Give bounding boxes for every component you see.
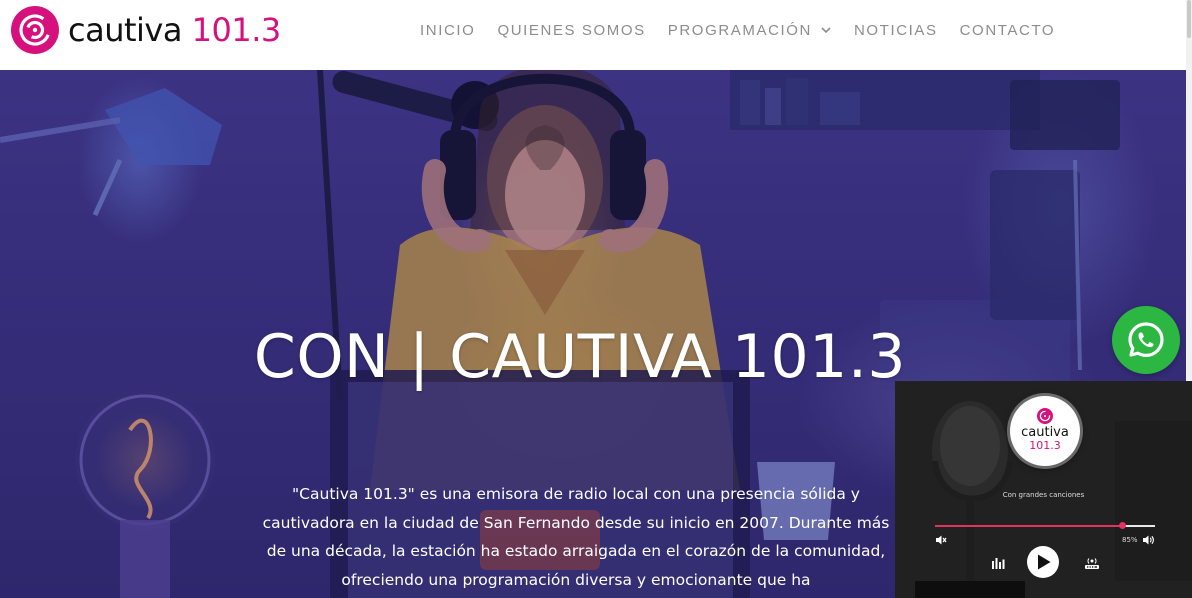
hero-description: "Cautiva 101.3" es una emisora de radio … [262,485,890,589]
nav-item-label: QUIENES SOMOS [497,21,646,39]
cautiva-logo-icon [1037,408,1053,424]
nav-item-label: PROGRAMACIÓN [667,21,812,39]
main-nav: INICIO QUIENES SOMOS PROGRAMACIÓN NOTICI… [420,18,1077,42]
volume-slider-fill [935,525,1122,527]
volume-percent: 85% [1122,536,1138,544]
player-logo-frequency: 101.3 [1029,439,1061,452]
cautiva-logo-icon [11,6,59,54]
player-station-logo: cautiva 101.3 [1010,396,1080,466]
volume-icon[interactable] [1142,534,1155,546]
volume-slider[interactable] [935,522,1155,529]
play-button[interactable] [1027,546,1059,578]
site-logo[interactable]: cautiva 101.3 [10,5,282,55]
player-song-title: Con grandes canciones [1002,491,1085,499]
player-logo-name: cautiva [1021,425,1069,440]
nav-item-noticias[interactable]: NOTICIAS [854,22,938,39]
logo-name: cautiva [68,11,182,49]
radio-player: cautiva 101.3 Con grandes canciones 85% [895,381,1192,598]
live-radio-icon[interactable] [1084,556,1100,570]
play-icon [1038,554,1051,570]
whatsapp-icon [1128,322,1164,357]
logo-wordmark: cautiva 101.3 [68,11,281,49]
site-header: cautiva 101.3 INICIO QUIENES SOMOS PROGR… [0,0,1192,70]
volume-slider-handle[interactable] [1119,522,1126,529]
nav-item-label: CONTACTO [959,21,1056,39]
nav-item-programacion[interactable]: PROGRAMACIÓN [668,22,832,39]
nav-item-inicio[interactable]: INICIO [420,22,475,39]
equalizer-icon[interactable] [991,556,1005,570]
logo-frequency: 101.3 [191,11,282,49]
nav-item-label: NOTICIAS [853,21,938,39]
nav-item-quienes-somos[interactable]: QUIENES SOMOS [497,22,645,39]
chevron-down-icon [821,27,831,34]
page-scrollbar-thumb[interactable] [1187,0,1191,38]
whatsapp-button[interactable] [1112,306,1180,374]
nav-item-label: INICIO [420,21,476,39]
nav-item-contacto[interactable]: CONTACTO [960,22,1056,39]
mute-icon[interactable] [935,534,947,546]
